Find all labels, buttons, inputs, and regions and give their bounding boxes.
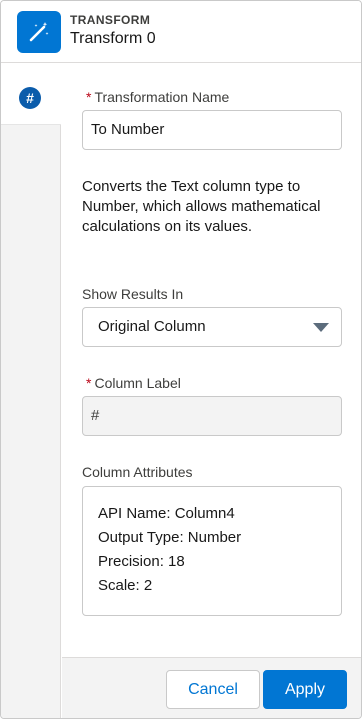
attribute-output-type: Output Type: Number (98, 529, 242, 546)
panel-header: TRANSFORM Transform 0 (1, 1, 361, 63)
column-label-input: # (82, 396, 342, 436)
form-body: * Transformation Name To Number Converts … (62, 63, 361, 657)
panel-eyebrow: TRANSFORM (70, 13, 151, 27)
panel-footer: Cancel Apply (62, 657, 361, 718)
caret-down-icon (313, 323, 329, 332)
transform-panel: TRANSFORM Transform 0 # * Transformation … (0, 0, 362, 719)
side-rail: # (1, 63, 61, 718)
column-label-label: * Column Label (86, 375, 181, 391)
apply-button[interactable]: Apply (263, 670, 347, 709)
cancel-button[interactable]: Cancel (166, 670, 260, 709)
magic-wand-icon (17, 11, 61, 53)
transformation-name-label: * Transformation Name (86, 89, 230, 105)
attribute-precision: Precision: 18 (98, 553, 185, 570)
column-attributes-box: API Name: Column4 Output Type: Number Pr… (82, 486, 342, 616)
hash-icon: # (19, 87, 41, 109)
column-attributes-label: Column Attributes (82, 464, 193, 480)
rail-tab-column-type[interactable]: # (1, 63, 61, 125)
show-results-select[interactable]: Original Column (82, 307, 342, 347)
show-results-label: Show Results In (82, 286, 184, 302)
panel-title: Transform 0 (70, 30, 156, 47)
transform-description: Converts the Text column type to Number,… (82, 178, 321, 235)
attribute-scale: Scale: 2 (98, 577, 153, 594)
show-results-value: Original Column (98, 318, 206, 335)
required-marker: * (86, 89, 92, 105)
required-marker: * (86, 375, 92, 391)
transformation-name-input[interactable]: To Number (82, 110, 342, 150)
attribute-api-name: API Name: Column4 (98, 505, 235, 522)
